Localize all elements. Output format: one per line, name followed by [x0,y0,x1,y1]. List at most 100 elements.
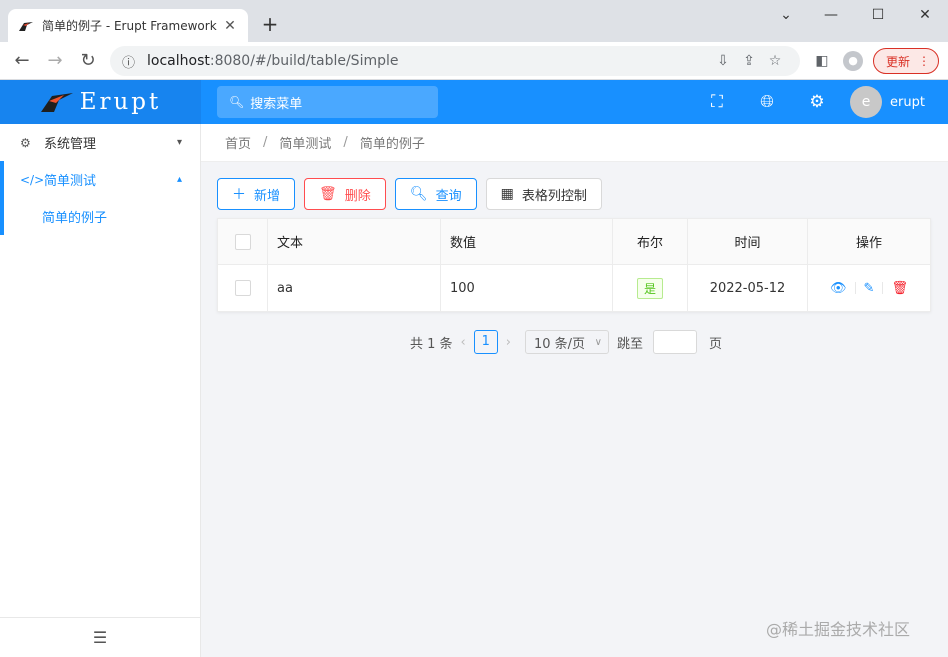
menu-search-input[interactable]: 🔍︎ 搜索菜单 [217,86,438,118]
sidebar-item-label: 简单测试 [44,174,97,189]
minimize-icon[interactable]: — [816,4,846,26]
breadcrumb-simple-test[interactable]: 简单测试 [279,133,331,152]
sidebar-item-system[interactable]: ⚙ 系统管理 ▾ [0,124,200,161]
reload-icon[interactable]: ↻ [76,50,100,72]
update-label: 更新 [886,54,911,69]
collapse-sidebar-icon[interactable]: ☰ [0,617,200,657]
settings-gear-icon[interactable]: ⚙ [806,91,828,113]
sidebar: ⚙ 系统管理 ▾ </> 简单测试 ▴ 简单的例子 ☰ [0,124,201,657]
sidebar-item-simple-test[interactable]: </> 简单测试 ▴ [0,161,200,198]
url-host: localhost [147,53,210,69]
column-header-number[interactable]: 数值 [441,219,613,264]
row-checkbox[interactable] [234,280,251,296]
query-label: 查询 [435,188,462,204]
gears-icon: ⚙ [20,135,31,150]
url-bar[interactable]: ⓘ localhost:8080/#/build/table/Simple ⇩ … [110,46,800,76]
watermark: @稀土掘金技术社区 [766,620,911,639]
pager-total: 共 1 条 [410,336,453,352]
sidebar-subitem-label: 简单的例子 [42,211,108,226]
back-icon[interactable]: ← [10,50,34,72]
tab-search-icon[interactable]: ⌄ [771,4,801,26]
tab-title: 简单的例子 - Erupt Framework [42,19,217,33]
bool-tag: 是 [636,277,663,299]
breadcrumb-separator: / [263,135,268,150]
new-tab-button[interactable]: + [260,12,280,36]
share-icon[interactable]: ⇪ [736,53,762,69]
user-menu[interactable]: e erupt [850,86,925,118]
erupt-favicon [19,21,33,31]
bookmark-star-icon[interactable]: ☆ [762,53,788,69]
page-size-select[interactable]: 10 条/页 ∨ [524,330,609,354]
cell-number: 100 [441,265,613,311]
page-size-value: 10 条/页 [533,336,586,352]
trash-icon: 🗑︎ [319,186,337,202]
jump-label: 跳至 [616,336,643,352]
page-label: 页 [708,336,722,352]
url-text: localhost:8080/#/build/table/Simple [147,53,710,69]
delete-trash-icon[interactable]: 🗑︎ [891,281,908,296]
browser-tab[interactable]: 简单的例子 - Erupt Framework ✕ [8,9,248,42]
app-header: Erupt 🔍︎ 搜索菜单 ⛶ 🌐︎ ⚙ e erupt [0,80,948,124]
column-header-time[interactable]: 时间 [688,219,808,264]
add-button[interactable]: ＋ 新增 [217,178,296,210]
query-button[interactable]: 🔍︎ 查询 [394,178,477,210]
page-1-button[interactable]: 1 [473,330,498,354]
cell-text: aa [268,265,441,311]
column-control-button[interactable]: ▦ 表格列控制 [485,178,602,210]
select-all-checkbox[interactable] [234,233,251,250]
toolbar: ＋ 新增 🗑︎ 删除 🔍︎ 查询 ▦ 表格列控制 [217,178,611,210]
main-content: 首页 / 简单测试 / 简单的例子 ＋ 新增 🗑︎ 删除 🔍︎ 查询 ▦ 表格列控制 文… [201,124,948,657]
edit-pencil-icon[interactable]: ✎ [864,281,875,296]
profile-icon[interactable]: ● [843,51,863,71]
jump-page-input[interactable] [652,330,697,354]
erupt-logo-icon [40,93,73,112]
logo-text: Erupt [79,89,162,115]
op-divider [854,282,856,294]
search-icon: 🔍︎ [229,95,245,109]
cell-ops: 👁︎ ✎ 🗑︎ [808,265,930,311]
breadcrumb-current: 简单的例子 [359,137,425,152]
table-header-row: 文本 数值 布尔 时间 操作 [218,219,930,265]
language-globe-icon[interactable]: 🌐︎ [756,91,778,113]
maximize-icon[interactable]: ☐ [863,4,893,26]
cell-bool: 是 [613,265,688,311]
plus-icon: ＋ [232,187,246,203]
breadcrumb: 首页 / 简单测试 / 简单的例子 [201,124,948,162]
delete-label: 删除 [344,188,371,204]
breadcrumb-separator: / [343,135,348,150]
breadcrumb-home[interactable]: 首页 [225,133,251,152]
view-eye-icon[interactable]: 👁︎ [830,281,847,296]
logo[interactable]: Erupt [0,80,201,124]
side-panel-icon[interactable]: ◧ [812,51,832,71]
sidebar-subitem-simple-example[interactable]: 简单的例子 [0,161,200,235]
op-divider [882,282,884,294]
data-table: 文本 数值 布尔 时间 操作 aa 100 是 2022-05-12 👁︎ ✎ … [217,218,931,312]
forward-icon[interactable]: → [43,50,67,72]
code-icon: </> [20,172,45,187]
browser-tab-strip: 简单的例子 - Erupt Framework ✕ + ⌄ — ☐ ✕ [0,0,948,42]
column-control-label: 表格列控制 [521,188,587,204]
delete-button[interactable]: 🗑︎ 删除 [304,178,386,210]
window-close-icon[interactable]: ✕ [910,4,940,26]
fullscreen-icon[interactable]: ⛶ [706,91,728,113]
chevron-down-icon: ∨ [594,336,602,348]
add-label: 新增 [254,188,281,204]
select-all-cell [218,219,268,264]
next-page-icon[interactable]: › [506,335,511,350]
site-info-icon[interactable]: ⓘ [122,52,135,71]
update-button[interactable]: 更新 ⋮ [873,48,939,74]
more-menu-icon: ⋮ [918,54,930,68]
chevron-up-icon: ▴ [176,174,182,185]
column-header-text[interactable]: 文本 [268,219,441,264]
install-icon[interactable]: ⇩ [710,53,736,69]
cell-time: 2022-05-12 [688,265,808,311]
row-select-cell [218,265,268,311]
prev-page-icon[interactable]: ‹ [461,335,466,350]
search-icon: 🔍︎ [409,186,428,202]
tab-close-icon[interactable]: ✕ [222,18,238,34]
column-header-ops: 操作 [808,219,930,264]
column-header-bool[interactable]: 布尔 [613,219,688,264]
sidebar-item-label: 系统管理 [44,137,97,152]
url-path: :8080/#/build/table/Simple [209,53,399,69]
chevron-down-icon: ▾ [176,137,182,148]
